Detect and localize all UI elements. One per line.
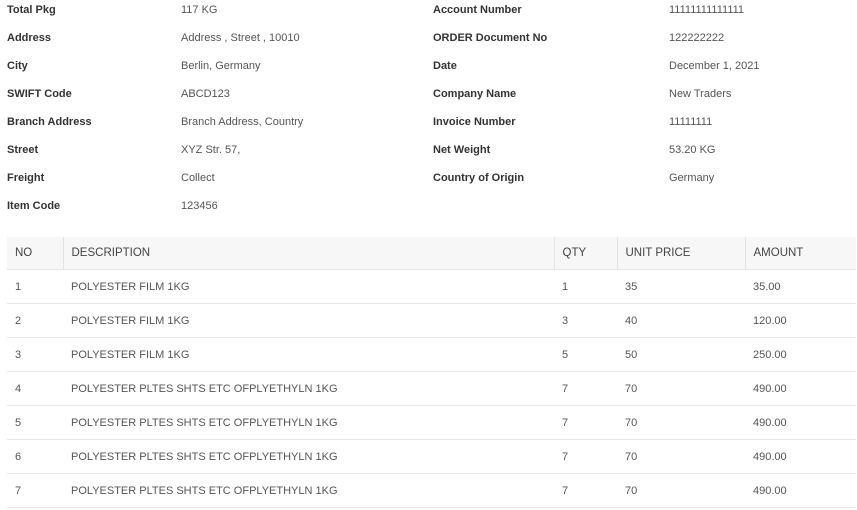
cell-no: 5 [7, 405, 63, 440]
date-value: December 1, 2021 [669, 60, 760, 72]
address-label: Address [7, 32, 52, 44]
cell-description: POLYESTER PLTES SHTS ETC OFPLYETHYLN 1KG [63, 473, 554, 508]
cell-amount: 490.00 [745, 439, 856, 474]
cell-qty: 7 [554, 371, 617, 406]
swift-code-value: ABCD123 [181, 88, 230, 100]
cell-qty: 7 [554, 473, 617, 508]
freight-value: Collect [181, 172, 215, 184]
detail-row: Street XYZ Str. 57, Net Weight 53.20 KG [0, 140, 857, 168]
order-document-no-label: ORDER Document No [433, 32, 548, 44]
cell-no: 2 [7, 303, 63, 338]
cell-unit-price: 40 [617, 303, 745, 338]
invoice-number-label: Invoice Number [433, 116, 516, 128]
cell-no: 7 [7, 473, 63, 508]
cell-description: POLYESTER FILM 1KG [63, 337, 554, 372]
detail-row: SWIFT Code ABCD123 Company Name New Trad… [0, 84, 857, 112]
date-label: Date [433, 60, 457, 72]
cell-unit-price: 70 [617, 439, 745, 474]
company-name-value: New Traders [669, 88, 732, 100]
column-header-unit-price: UNIT PRICE [616, 237, 745, 270]
cell-amount: 490.00 [745, 405, 856, 440]
detail-row: City Berlin, Germany Date December 1, 20… [0, 56, 857, 84]
cell-qty: 3 [554, 303, 617, 338]
freight-label: Freight [7, 172, 45, 184]
net-weight-value: 53.20 KG [669, 144, 716, 156]
account-number-label: Account Number [433, 4, 522, 16]
table-row: 2 POLYESTER FILM 1KG 3 40 120.00 [7, 303, 856, 338]
cell-amount: 35.00 [745, 269, 856, 304]
item-code-label: Item Code [7, 200, 61, 212]
detail-row: Freight Collect Country of Origin German… [0, 168, 857, 196]
cell-unit-price: 70 [617, 371, 745, 406]
cell-description: POLYESTER PLTES SHTS ETC OFPLYETHYLN 1KG [63, 405, 554, 440]
city-value: Berlin, Germany [181, 60, 261, 72]
table-row: 6 POLYESTER PLTES SHTS ETC OFPLYETHYLN 1… [7, 439, 856, 474]
cell-no: 3 [7, 337, 63, 372]
branch-address-label: Branch Address [7, 116, 92, 128]
cell-unit-price: 70 [617, 405, 745, 440]
cell-description: POLYESTER FILM 1KG [63, 269, 554, 304]
table-row: 3 POLYESTER FILM 1KG 5 50 250.00 [7, 337, 856, 372]
cell-qty: 7 [554, 439, 617, 474]
cell-qty: 1 [554, 269, 617, 304]
cell-qty: 7 [554, 405, 617, 440]
cell-no: 6 [7, 439, 63, 474]
city-label: City [7, 60, 28, 72]
cell-no: 1 [7, 269, 63, 304]
cell-description: POLYESTER PLTES SHTS ETC OFPLYETHYLN 1KG [63, 439, 554, 474]
order-details: Total Pkg 117 KG Account Number 11111111… [0, 0, 857, 224]
total-pkg-value: 117 KG [181, 4, 218, 16]
branch-address-value: Branch Address, Country [181, 116, 304, 128]
detail-row: Total Pkg 117 KG Account Number 11111111… [0, 0, 857, 28]
net-weight-label: Net Weight [433, 144, 491, 156]
detail-row: Address Address , Street , 10010 ORDER D… [0, 28, 857, 56]
account-number-value: 11111111111111 [669, 4, 745, 16]
detail-row: Branch Address Branch Address, Country I… [0, 112, 857, 140]
cell-unit-price: 50 [617, 337, 745, 372]
cell-qty: 5 [554, 337, 617, 372]
cell-amount: 490.00 [745, 371, 856, 406]
address-value: Address , Street , 10010 [181, 32, 300, 44]
table-row: 7 POLYESTER PLTES SHTS ETC OFPLYETHYLN 1… [7, 473, 856, 508]
cell-description: POLYESTER PLTES SHTS ETC OFPLYETHYLN 1KG [63, 371, 554, 406]
column-header-qty: QTY [553, 237, 617, 270]
cell-unit-price: 35 [617, 269, 745, 304]
order-document-no-value: 122222222 [669, 32, 725, 44]
column-header-amount: AMOUNT [744, 237, 856, 270]
cell-amount: 250.00 [745, 337, 856, 372]
column-header-no: NO [7, 237, 63, 270]
cell-no: 4 [7, 371, 63, 406]
table-row: 1 POLYESTER FILM 1KG 1 35 35.00 [7, 269, 856, 304]
table-header-row: NO DESCRIPTION QTY UNIT PRICE AMOUNT [7, 237, 856, 270]
swift-code-label: SWIFT Code [7, 88, 72, 100]
items-table: NO DESCRIPTION QTY UNIT PRICE AMOUNT 1 P… [7, 237, 856, 508]
street-value: XYZ Str. 57, [181, 144, 241, 156]
country-of-origin-label: Country of Origin [433, 172, 525, 184]
table-row: 4 POLYESTER PLTES SHTS ETC OFPLYETHYLN 1… [7, 371, 856, 406]
detail-row: Item Code 123456 [0, 196, 857, 224]
cell-description: POLYESTER FILM 1KG [63, 303, 554, 338]
total-pkg-label: Total Pkg [7, 4, 56, 16]
street-label: Street [7, 144, 39, 156]
item-code-value: 123456 [181, 200, 218, 212]
table-row: 5 POLYESTER PLTES SHTS ETC OFPLYETHYLN 1… [7, 405, 856, 440]
country-of-origin-value: Germany [669, 172, 715, 184]
cell-amount: 120.00 [745, 303, 856, 338]
column-header-description: DESCRIPTION [62, 237, 554, 270]
cell-unit-price: 70 [617, 473, 745, 508]
company-name-label: Company Name [433, 88, 517, 100]
invoice-number-value: 11111111 [669, 116, 713, 128]
cell-amount: 490.00 [745, 473, 856, 508]
